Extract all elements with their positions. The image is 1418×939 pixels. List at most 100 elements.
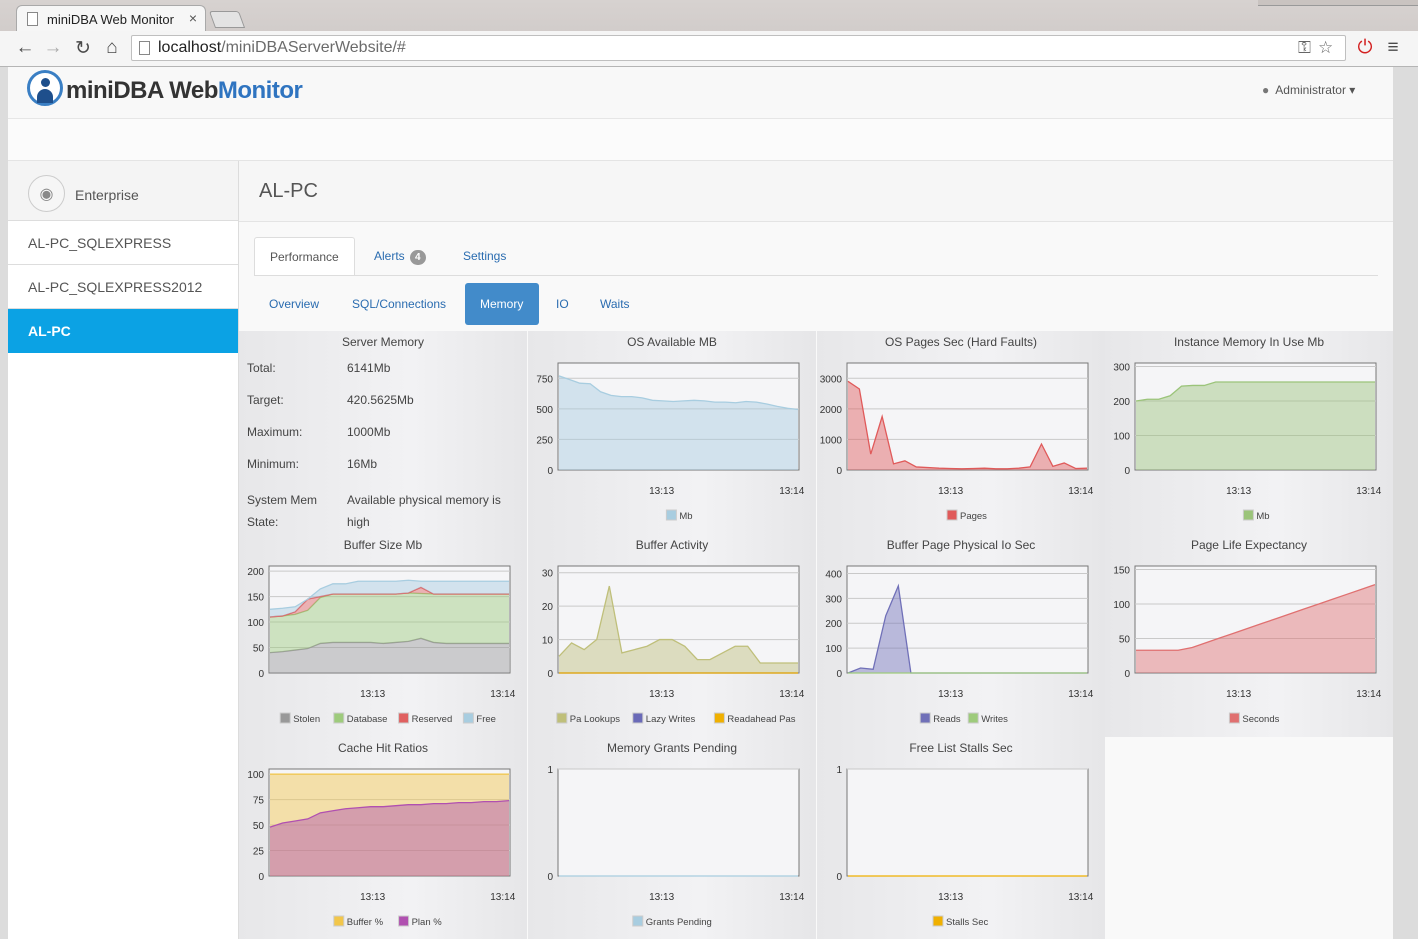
browser-tab[interactable]: miniDBA Web Monitor ×	[16, 5, 206, 32]
x-tick-label: 13:13	[360, 689, 385, 700]
legend-label: Mb	[1256, 511, 1269, 522]
legend-label: Readahead Pas	[727, 714, 795, 725]
memory-state-label: System Mem State:	[247, 493, 318, 529]
legend-label: Reserved	[412, 714, 453, 725]
legend-label: Plan %	[412, 917, 443, 928]
y-tick-label: 1000	[820, 435, 843, 446]
chart-panel-free-list-stalls: Free List Stalls Sec 0 1 13:13 13:14 Stalls S…	[817, 737, 1105, 939]
y-tick-label: 150	[1113, 565, 1130, 576]
x-tick-label: 13:14	[1068, 486, 1093, 497]
header-banner	[8, 119, 1393, 161]
legend: Pages	[946, 509, 987, 522]
legend-label: Free	[476, 714, 496, 725]
tab-performance[interactable]: Performance	[254, 237, 355, 276]
y-tick-label: 0	[547, 466, 553, 477]
star-icon[interactable]: ☆	[1318, 38, 1333, 58]
legend-swatch	[713, 712, 725, 724]
chart-panel-os-available-mb: OS Available MB 0 250 500 750 13:13 13:14 Mb	[528, 331, 816, 534]
legend-swatch	[1242, 509, 1254, 521]
legend-swatch	[556, 712, 568, 724]
chart-panel-buffer-activity: Buffer Activity 0 10 20 30 13:13 13:14 Pa Looku…	[528, 534, 816, 737]
user-menu-label: Administrator	[1275, 83, 1346, 97]
legend: Mb	[665, 509, 693, 522]
chart-svg: 0 1 13:13 13:14 Stalls Sec	[836, 765, 1093, 928]
close-icon[interactable]: ×	[189, 10, 197, 26]
legend: Reads Writes	[919, 712, 1008, 725]
chart-panel-instance-memory: Instance Memory In Use Mb 0 100 200 300 13:13…	[1105, 331, 1393, 534]
x-tick-label: 13:14	[1356, 689, 1381, 700]
memory-minimum-label: Minimum:	[247, 457, 300, 471]
page-icon	[139, 41, 150, 55]
plot-area	[557, 768, 800, 877]
stop-icon[interactable]: ⏻	[1354, 37, 1376, 59]
subtab-overview[interactable]: Overview	[256, 283, 332, 325]
legend: Stolen Database Reserved Free	[279, 712, 496, 725]
subtab-io[interactable]: IO	[543, 283, 582, 325]
x-tick-label: 13:13	[938, 486, 963, 497]
x-tick-label: 13:13	[649, 892, 674, 903]
chart-svg: 0 25 50 75 100 13:13 13:14 Buffer % Plan %	[247, 768, 516, 928]
legend: Mb	[1242, 509, 1270, 522]
reload-icon[interactable]: ↻	[72, 37, 94, 60]
legend-label: Database	[347, 714, 388, 725]
subtab-sql-connections[interactable]: SQL/Connections	[339, 283, 459, 325]
subtab-memory[interactable]: Memory	[465, 283, 539, 325]
chart-panel-grants-pending: Memory Grants Pending 0 1 13:13 13:14 Grants …	[528, 737, 816, 939]
menu-icon[interactable]: ≡	[1382, 37, 1404, 59]
legend-swatch	[398, 915, 410, 927]
legend-label: Lazy Writes	[646, 714, 696, 725]
user-menu[interactable]: ● Administrator ▾	[1262, 83, 1355, 97]
sidebar-item-al-pc-sqlexpress2012[interactable]: AL-PC_SQLEXPRESS2012	[8, 265, 238, 309]
y-tick-label: 0	[547, 669, 553, 680]
subtab-waits[interactable]: Waits	[587, 283, 643, 325]
y-tick-label: 100	[247, 770, 264, 781]
legend-label: Seconds	[1242, 714, 1279, 725]
sidebar-item-al-pc[interactable]: AL-PC	[8, 309, 238, 353]
y-tick-label: 100	[825, 644, 842, 655]
legend-swatch	[333, 915, 345, 927]
tab-alerts-label: Alerts	[374, 249, 405, 263]
chart-svg: 0 250 500 750 13:13 13:14 Mb	[536, 362, 805, 522]
legend: Seconds	[1228, 712, 1280, 725]
y-tick-label: 0	[258, 872, 264, 883]
legend: Stalls Sec	[932, 915, 988, 928]
x-tick-label: 13:13	[649, 689, 674, 700]
legend-label: Stalls Sec	[946, 917, 988, 928]
y-tick-label: 200	[825, 619, 842, 630]
key-icon[interactable]: ⚿	[1298, 38, 1311, 58]
new-tab-button[interactable]	[208, 11, 246, 28]
legend: Grants Pending	[632, 915, 712, 928]
chart-panel-page-life: Page Life Expectancy 0 50 100 150 13:13 13:14 S…	[1105, 534, 1393, 737]
legend-swatch	[1228, 712, 1240, 724]
y-tick-label: 30	[542, 569, 554, 580]
x-tick-label: 13:14	[1356, 486, 1381, 497]
chart-svg: 0 50 100 150 200 13:13 13:14 Stolen Database Rese…	[247, 565, 516, 725]
logo[interactable]: miniDBA WebMonitor	[66, 77, 303, 105]
globe-icon: ◉	[28, 175, 65, 212]
forward-icon[interactable]: →	[42, 37, 64, 59]
y-tick-label: 100	[1113, 431, 1130, 442]
y-tick-label: 300	[825, 594, 842, 605]
legend-label: Pa Lookups	[570, 714, 620, 725]
memory-target-value: 420.5625Mb	[347, 393, 414, 407]
y-tick-label: 200	[247, 567, 264, 578]
back-icon[interactable]: ←	[14, 37, 36, 59]
legend-swatch	[279, 712, 291, 724]
y-tick-label: 0	[836, 669, 842, 680]
plot-area	[846, 768, 1089, 877]
tab-alerts[interactable]: Alerts 4	[359, 237, 441, 276]
y-tick-label: 1	[836, 765, 842, 776]
y-tick-label: 500	[536, 405, 553, 416]
x-tick-label: 13:14	[490, 892, 515, 903]
chart-svg: 0 10 20 30 13:13 13:14 Pa Lookups Lazy Writes Re…	[542, 565, 805, 725]
window-controls[interactable]	[1258, 0, 1418, 6]
server-memory-panel: Server Memory Total: 6141Mb Target: 420.…	[239, 331, 527, 534]
user-icon: ●	[1262, 83, 1270, 97]
address-bar[interactable]: localhost/miniDBAServerWebsite/# ⚿ ☆	[131, 35, 1346, 61]
memory-total-value: 6141Mb	[347, 361, 391, 375]
home-icon[interactable]: ⌂	[101, 37, 123, 59]
tab-settings[interactable]: Settings	[448, 237, 521, 276]
y-tick-label: 75	[253, 796, 265, 807]
x-tick-label: 13:13	[938, 689, 963, 700]
sidebar-item-al-pc-sqlexpress[interactable]: AL-PC_SQLEXPRESS	[8, 221, 238, 265]
